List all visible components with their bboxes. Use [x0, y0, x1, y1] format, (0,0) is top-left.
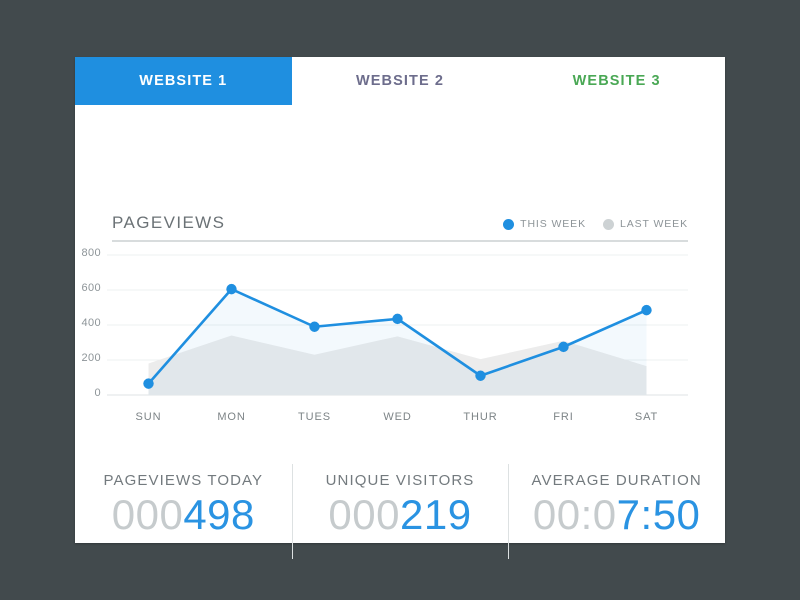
x-axis-tick-mon: MON: [217, 411, 246, 423]
stat-unique-visitors-leading: 000: [328, 491, 400, 538]
x-axis-tick-sat: SAT: [634, 411, 659, 423]
website-tab-bar: WEBSITE 1 WEBSITE 2 WEBSITE 3: [75, 57, 726, 105]
chart-header: PAGEVIEWS THIS WEEK LAST WEEK: [112, 199, 688, 242]
stat-pageviews-today: PAGEVIEWS TODAY 000498: [75, 472, 292, 543]
legend-item-this-week[interactable]: THIS WEEK: [503, 218, 586, 230]
stat-average-duration-number: 7:50: [616, 491, 701, 538]
chart-legend: THIS WEEK LAST WEEK: [503, 218, 688, 233]
x-axis-tick-tues: TUES: [298, 411, 331, 423]
stats-row: PAGEVIEWS TODAY 000498 UNIQUE VISITORS 0…: [75, 464, 725, 559]
stat-pageviews-today-value: 000498: [112, 491, 255, 539]
tab-website-1-label: WEBSITE 1: [139, 73, 228, 89]
stat-average-duration-leading: 00:0: [532, 491, 617, 538]
stat-pageviews-today-number: 498: [183, 491, 255, 538]
legend-dot-last-week-icon: [602, 218, 614, 230]
x-axis-tick-sun: SUN: [135, 411, 162, 423]
tab-website-3-label: WEBSITE 3: [572, 73, 661, 89]
tab-website-2[interactable]: WEBSITE 2: [291, 57, 509, 105]
legend-label-last-week: LAST WEEK: [619, 218, 688, 230]
legend-dot-this-week-icon: [503, 218, 515, 230]
y-axis-tick-400: 400: [81, 317, 101, 329]
y-axis-tick-600: 600: [81, 282, 101, 294]
stat-unique-visitors-label: UNIQUE VISITORS: [325, 472, 475, 489]
legend-item-last-week[interactable]: LAST WEEK: [602, 218, 688, 230]
x-axis-tick-thur: THUR: [463, 411, 498, 423]
tab-website-3[interactable]: WEBSITE 3: [508, 57, 726, 105]
chart-title: PAGEVIEWS: [112, 213, 226, 232]
stat-average-duration-label: AVERAGE DURATION: [531, 472, 702, 489]
stat-average-duration-value: 00:07:50: [533, 491, 701, 539]
stat-pageviews-today-leading: 000: [111, 491, 184, 538]
tab-website-1[interactable]: WEBSITE 1: [75, 57, 292, 105]
y-axis-tick-0: 0: [94, 387, 101, 399]
y-axis-tick-800: 800: [81, 247, 101, 259]
pageviews-chart-panel: PAGEVIEWS THIS WEEK LAST WEEK 0 200 400 600…: [75, 105, 725, 450]
legend-label-this-week: THIS WEEK: [520, 218, 586, 230]
stat-average-duration: AVERAGE DURATION 00:07:50: [508, 464, 725, 559]
stat-pageviews-today-label: PAGEVIEWS TODAY: [103, 472, 264, 489]
y-axis-tick-200: 200: [81, 352, 101, 364]
x-axis-tick-wed: WED: [383, 411, 412, 423]
chart-plot-area: 0 200 400 600 800 SUN MON TUES WED THUR FRI SAT: [75, 238, 725, 450]
stat-unique-visitors-number: 219: [400, 491, 472, 538]
stat-unique-visitors-value: 000219: [328, 491, 471, 539]
tab-website-2-label: WEBSITE 2: [355, 73, 445, 89]
stat-unique-visitors: UNIQUE VISITORS 000219: [291, 464, 509, 559]
x-axis-tick-fri: FRI: [553, 411, 574, 423]
dashboard-card: WEBSITE 1 WEBSITE 2 WEBSITE 3 PAGEVIEWS …: [75, 57, 726, 559]
